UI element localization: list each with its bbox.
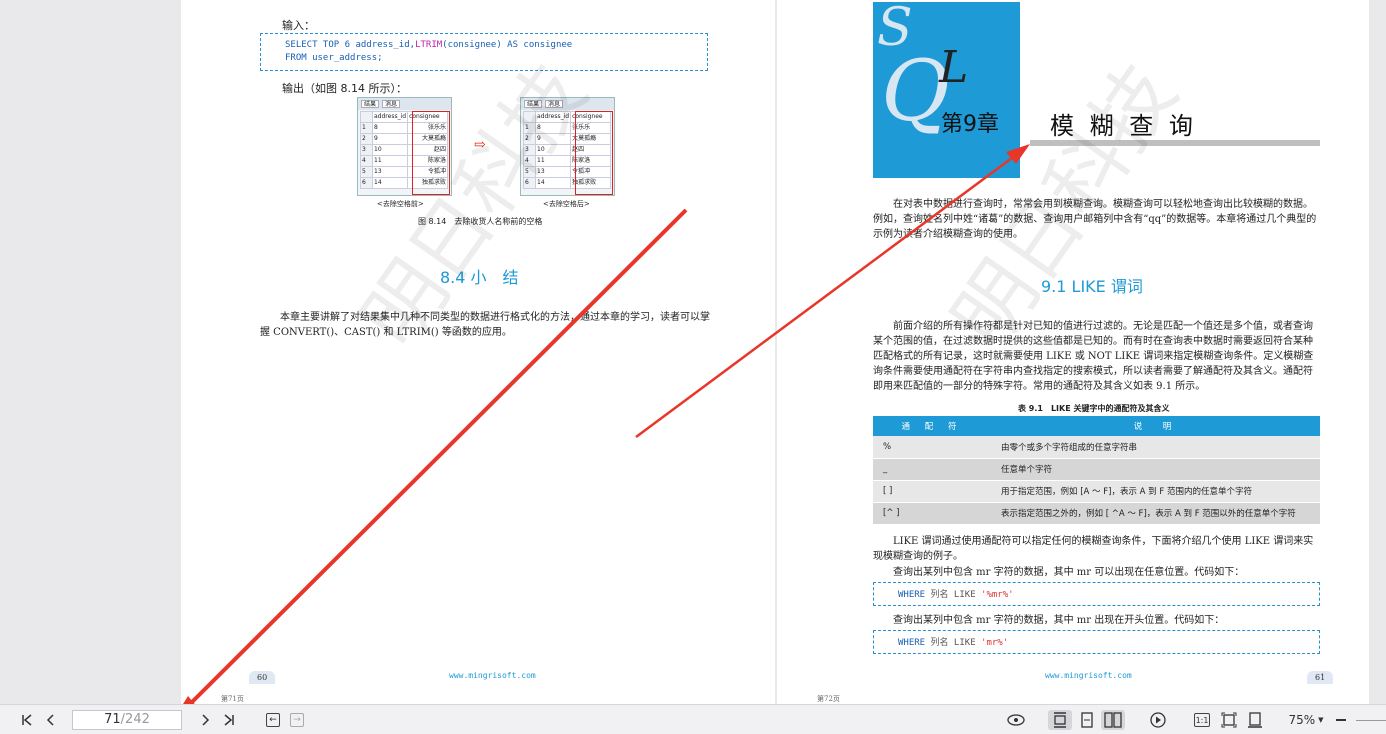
actual-size-icon[interactable]: 1:1 <box>1192 710 1212 730</box>
table-row: _ 任意单个字符 <box>873 458 1320 481</box>
single-page-icon[interactable] <box>1077 710 1097 730</box>
fit-width-icon[interactable] <box>1245 710 1265 730</box>
like-usage-paragraph: LIKE 谓词通过使用通配符可以指定任何的模糊查询条件，下面将介绍几个使用 LI… <box>873 536 1314 562</box>
page-footer-label: 第71页 <box>221 695 244 703</box>
footer-url[interactable]: www.mingrisoft.com <box>449 671 536 680</box>
example2-text: 查询出某列中包含 mr 字符的数据，其中 mr 出现在开头位置。代码如下： <box>893 615 1225 626</box>
zoom-select[interactable]: 75% ▼ <box>1284 710 1328 730</box>
caption-after: <去除空格后> <box>543 200 590 208</box>
chevron-down-icon: ▼ <box>1318 716 1324 724</box>
zoom-slider[interactable] <box>1356 720 1386 721</box>
fit-page-icon[interactable] <box>1219 710 1239 730</box>
code-block-sql: SELECT TOP 6 address_id,LTRIM(consignee)… <box>260 33 708 71</box>
zoom-out-icon[interactable] <box>1334 710 1348 730</box>
wildcard-table: 通 配 符说 明 % 由零个或多个字符组成的任意字符串 _ 任意单个字符[ ] 用于指定… <box>873 416 1320 525</box>
page-number: 61 <box>1307 671 1334 684</box>
code-line-2: FROM user_address; <box>285 53 383 63</box>
forward-icon[interactable]: → <box>288 710 306 730</box>
table-row: [^ ] 表示指定范围之外的，例如 [ ^A ～ F]，表示 A 到 F 范围以外… <box>873 502 1320 525</box>
output-label: 输出（如图 8.14 所示）： <box>282 82 407 95</box>
page-number-input[interactable]: 71/242 <box>72 710 182 730</box>
table-row: [ ] 用于指定范围，例如 [A ～ F]，表示 A 到 F 范围内的任意单个字符 <box>873 480 1320 503</box>
summary-paragraph: 本章主要讲解了对结果集中几种不同类型的数据进行格式化的方法，通过本章的学习，读者… <box>260 312 710 338</box>
continuous-icon[interactable] <box>1048 710 1072 730</box>
code-example-2: WHERE 列名 LIKE 'mr%' <box>873 630 1320 654</box>
eye-icon[interactable] <box>1005 710 1027 730</box>
two-page-icon[interactable] <box>1101 710 1125 730</box>
example1-text: 查询出某列中包含 mr 字符的数据，其中 mr 可以出现在任意位置。代码如下： <box>893 567 1245 578</box>
page-number: 60 <box>249 671 276 684</box>
prev-page-icon[interactable] <box>42 710 60 730</box>
table-caption: 表 9.1 LIKE 关键字中的通配符及其含义 <box>1018 404 1170 413</box>
footer-url[interactable]: www.mingrisoft.com <box>1045 671 1132 680</box>
document-viewer[interactable]: 输入： SELECT TOP 6 address_id,LTRIM(consig… <box>0 0 1386 704</box>
input-label: 输入： <box>282 19 315 32</box>
viewer-toolbar: 71/242 ← → 1:1 75% ▼ <box>0 704 1386 734</box>
code-line-1: SELECT TOP 6 address_id,LTRIM(consignee)… <box>285 40 573 50</box>
page-footer-label: 第72页 <box>817 695 840 703</box>
first-page-icon[interactable] <box>18 710 36 730</box>
chapter-number: 第9章 <box>941 112 999 137</box>
like-intro-paragraph: 前面介绍的所有操作符都是针对已知的值进行过滤的。无论是匹配一个值还是多个值，或者… <box>873 321 1314 392</box>
last-page-icon[interactable] <box>220 710 238 730</box>
back-icon[interactable]: ← <box>264 710 282 730</box>
code-example-1: WHERE 列名 LIKE '%mr%' <box>873 582 1320 606</box>
chapter-logo-block: S Q L 第9章 <box>873 2 1020 178</box>
next-page-icon[interactable] <box>196 710 214 730</box>
play-icon[interactable] <box>1148 710 1168 730</box>
table-row: % 由零个或多个字符组成的任意字符串 <box>873 436 1320 459</box>
